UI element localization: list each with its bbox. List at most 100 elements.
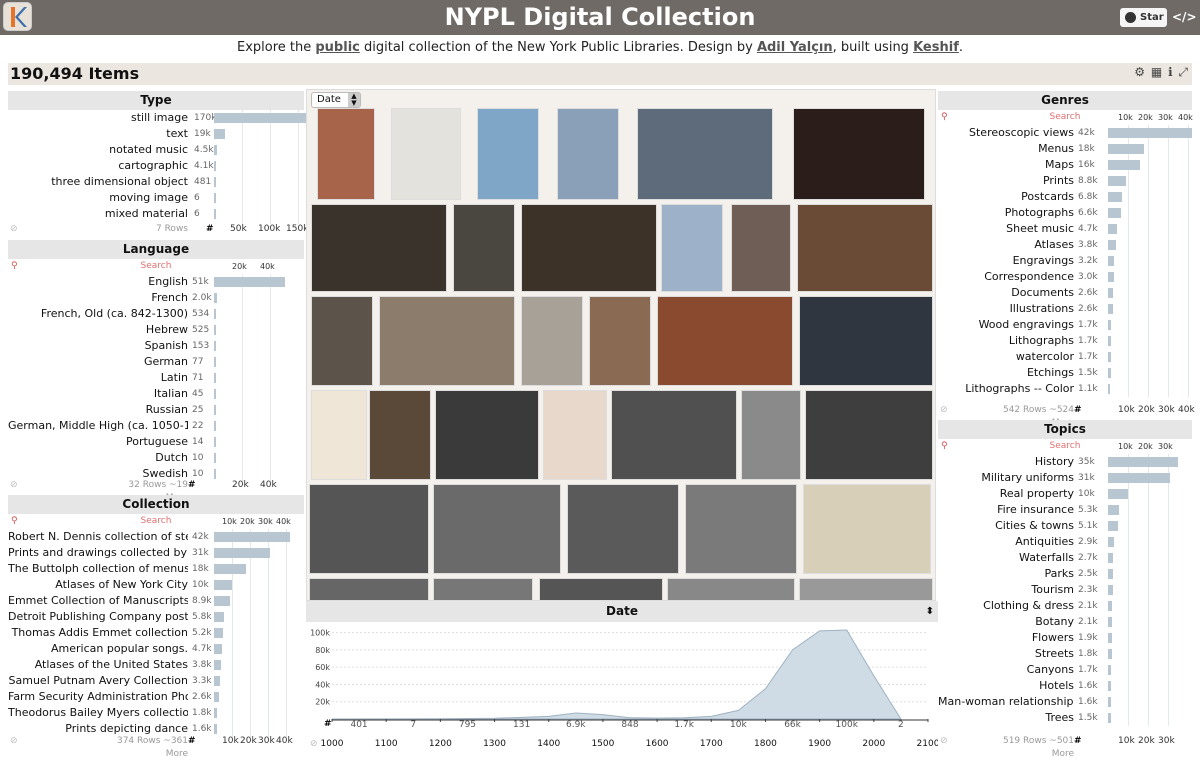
- collection-thumbnail[interactable]: [799, 578, 933, 600]
- facet-row[interactable]: watercolor 1.7k: [938, 349, 1192, 365]
- facet-row[interactable]: Waterfalls 2.7k: [938, 550, 1192, 566]
- facet-row[interactable]: American popular songs. 4.7k: [8, 641, 304, 657]
- facet-row[interactable]: Engravings 3.2k: [938, 253, 1192, 269]
- collection-thumbnail[interactable]: [369, 390, 431, 480]
- facet-row[interactable]: Correspondence 3.0k: [938, 269, 1192, 285]
- facet-row[interactable]: Tourism 2.3k: [938, 582, 1192, 598]
- facet-row[interactable]: Thomas Addis Emmet collection 5.2k: [8, 625, 304, 641]
- collection-thumbnail[interactable]: [543, 390, 607, 480]
- collection-thumbnail[interactable]: [521, 204, 657, 292]
- collection-thumbnail[interactable]: [685, 484, 797, 574]
- facet-row[interactable]: Atlases of the United States 3.8k: [8, 657, 304, 673]
- collection-thumbnail[interactable]: [391, 108, 461, 200]
- collection-thumbnail[interactable]: [667, 578, 795, 600]
- expand-icon[interactable]: ⤢: [1178, 65, 1189, 79]
- facet-row[interactable]: Farm Security Administration Pho... 2.6k: [8, 689, 304, 705]
- keshif-link[interactable]: Keshif: [913, 40, 959, 55]
- facet-row[interactable]: Illustrations 2.6k: [938, 301, 1192, 317]
- facet-row[interactable]: Streets 1.8k: [938, 646, 1192, 662]
- facet-row[interactable]: Photographs 6.6k: [938, 205, 1192, 221]
- github-star-button[interactable]: Star: [1120, 8, 1167, 27]
- facet-row[interactable]: Clothing & dress 2.1k: [938, 598, 1192, 614]
- collection-thumbnail[interactable]: [799, 296, 933, 386]
- facet-row[interactable]: Atlases 3.8k: [938, 237, 1192, 253]
- facet-row[interactable]: Robert N. Dennis collection of ster... 42…: [8, 529, 304, 545]
- sort-arrows-icon[interactable]: ⬍: [926, 601, 934, 622]
- collection-thumbnail[interactable]: [567, 484, 679, 574]
- count-mode-toggle[interactable]: #: [206, 223, 214, 236]
- facet-row[interactable]: notated music 4.5k: [8, 142, 304, 158]
- collection-thumbnail[interactable]: [557, 108, 619, 200]
- facet-row[interactable]: French 2.0k: [8, 290, 304, 306]
- collection-thumbnail[interactable]: [637, 108, 773, 200]
- collection-thumbnail[interactable]: [311, 204, 447, 292]
- facet-row[interactable]: German 77: [8, 354, 304, 370]
- facet-row[interactable]: Fire insurance 5.3k: [938, 502, 1192, 518]
- facet-row[interactable]: Sheet music 4.7k: [938, 221, 1192, 237]
- facet-row[interactable]: Emmet Collection of Manuscripts ... 8.9k: [8, 593, 304, 609]
- collection-thumbnail[interactable]: [433, 578, 533, 600]
- collection-thumbnail[interactable]: [793, 108, 925, 200]
- count-mode-toggle[interactable]: #: [188, 479, 196, 492]
- facet-row[interactable]: Lithographs -- Color 1.1k: [938, 381, 1192, 397]
- count-mode-toggle[interactable]: #: [188, 735, 196, 748]
- facet-row[interactable]: Russian 25: [8, 402, 304, 418]
- collection-thumbnail[interactable]: [477, 108, 539, 200]
- facet-row[interactable]: cartographic 4.1k: [8, 158, 304, 174]
- collection-thumbnail[interactable]: [309, 578, 429, 600]
- collection-thumbnail[interactable]: [453, 204, 515, 292]
- facet-row[interactable]: Cities & towns 5.1k: [938, 518, 1192, 534]
- collection-thumbnail[interactable]: [661, 204, 723, 292]
- gear-icon[interactable]: ⚙: [1134, 65, 1146, 79]
- facet-row[interactable]: text 19k: [8, 126, 304, 142]
- facet-row[interactable]: German, Middle High (ca. 1050-15... 22: [8, 418, 304, 434]
- embed-code-button[interactable]: </>: [1172, 7, 1197, 28]
- facet-row[interactable]: Dutch 10: [8, 450, 304, 466]
- collection-thumbnail[interactable]: [521, 296, 583, 386]
- facet-row[interactable]: Canyons 1.7k: [938, 662, 1192, 678]
- collection-thumbnail[interactable]: [435, 390, 539, 480]
- collection-thumbnail[interactable]: [309, 484, 429, 574]
- collection-thumbnail[interactable]: [379, 296, 515, 386]
- facet-row[interactable]: Portuguese 14: [8, 434, 304, 450]
- facet-row[interactable]: three dimensional object 481: [8, 174, 304, 190]
- facet-row[interactable]: History 35k: [938, 454, 1192, 470]
- facet-row[interactable]: Lithographs 1.7k: [938, 333, 1192, 349]
- facet-row[interactable]: Prints 8.8k: [938, 173, 1192, 189]
- facet-row[interactable]: The Buttolph collection of menus 18k: [8, 561, 304, 577]
- facet-row[interactable]: Military uniforms 31k: [938, 470, 1192, 486]
- facet-row[interactable]: Stereoscopic views 42k: [938, 125, 1192, 141]
- collection-thumbnail[interactable]: [797, 204, 933, 292]
- facet-row[interactable]: Trees 1.5k: [938, 710, 1192, 726]
- info-icon[interactable]: ℹ: [1168, 65, 1174, 79]
- public-link[interactable]: public: [315, 40, 359, 55]
- collection-thumbnail[interactable]: [311, 296, 373, 386]
- collection-thumbnail[interactable]: [311, 390, 367, 480]
- facet-row[interactable]: Maps 16k: [938, 157, 1192, 173]
- clear-filter-icon[interactable]: ⊘: [10, 735, 18, 748]
- facet-row[interactable]: Italian 45: [8, 386, 304, 402]
- collection-thumbnail[interactable]: [741, 390, 801, 480]
- clear-filter-icon[interactable]: ⊘: [10, 223, 18, 236]
- facet-row[interactable]: Spanish 153: [8, 338, 304, 354]
- collection-thumbnail[interactable]: [589, 296, 651, 386]
- facet-row[interactable]: Parks 2.5k: [938, 566, 1192, 582]
- collection-thumbnail[interactable]: [805, 390, 933, 480]
- collection-thumbnail[interactable]: [539, 578, 663, 600]
- collection-thumbnail[interactable]: [731, 204, 791, 292]
- clear-filter-icon[interactable]: ⊘: [940, 404, 948, 417]
- facet-row[interactable]: mixed material 6: [8, 206, 304, 222]
- facet-row[interactable]: Man-woman relationships 1.6k: [938, 694, 1192, 710]
- clear-filter-icon[interactable]: ⊘: [940, 735, 948, 748]
- facet-row[interactable]: Wood engravings 1.7k: [938, 317, 1192, 333]
- facet-row[interactable]: Postcards 6.8k: [938, 189, 1192, 205]
- facet-row[interactable]: Latin 71: [8, 370, 304, 386]
- collection-thumbnail[interactable]: [433, 484, 561, 574]
- facet-row[interactable]: French, Old (ca. 842-1300) 534: [8, 306, 304, 322]
- facet-row[interactable]: Theodorus Bailey Myers collection 1.8k: [8, 705, 304, 721]
- facet-row[interactable]: Flowers 1.9k: [938, 630, 1192, 646]
- count-mode-toggle[interactable]: #: [1074, 735, 1082, 748]
- facet-row[interactable]: Botany 2.1k: [938, 614, 1192, 630]
- count-mode-toggle[interactable]: #: [1074, 404, 1082, 417]
- facet-row[interactable]: Atlases of New York City 10k: [8, 577, 304, 593]
